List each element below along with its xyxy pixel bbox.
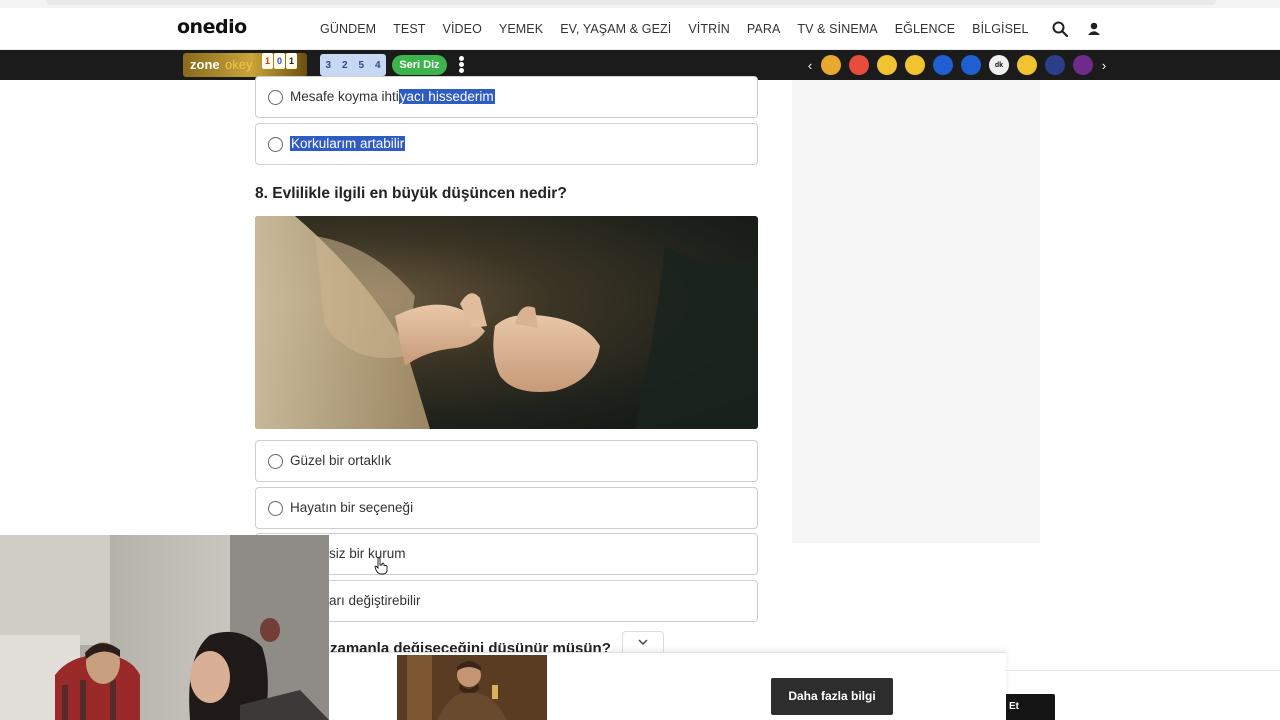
answer-label: Mesafe koyma ihtiyacı hissederim <box>290 89 495 104</box>
answer-option[interactable]: Güzel bir ortaklık <box>255 440 758 482</box>
number-tile: 4 <box>374 59 381 71</box>
badge-icon[interactable] <box>933 55 953 75</box>
question-title: 8. Evlilikle ilgili en büyük düşüncen ne… <box>255 185 567 202</box>
cta-button[interactable]: Et <box>1006 694 1055 720</box>
okey-tile: 0 <box>274 53 285 69</box>
number-tiles[interactable]: 3 2 5 4 <box>320 54 386 76</box>
nav-gundem[interactable]: GÜNDEM <box>320 22 376 36</box>
number-tile: 5 <box>358 59 365 71</box>
main-nav: GÜNDEM TEST VİDEO YEMEK EV, YAŞAM & GEZİ… <box>320 22 1046 36</box>
radio-button[interactable] <box>268 501 283 516</box>
nav-eglence[interactable]: EĞLENCE <box>895 22 955 36</box>
okey-tiles: 1 0 1 <box>262 53 297 69</box>
answer-option[interactable]: Korkularım artabilir <box>255 123 758 165</box>
divider <box>1006 670 1280 671</box>
answer-label: arı değiştirebilir <box>329 593 421 608</box>
bomb-icon[interactable] <box>1073 55 1093 75</box>
webcam-video-image <box>0 535 329 720</box>
radio-button[interactable] <box>268 90 283 105</box>
site-logo[interactable]: onedio <box>177 16 247 38</box>
selected-text: yacı hissederim <box>398 89 495 104</box>
smile-icon[interactable] <box>1017 55 1037 75</box>
nav-video[interactable]: VİDEO <box>443 22 482 36</box>
browser-top-strip <box>0 0 1280 8</box>
answer-option[interactable]: Hayatın bir seçeneği <box>255 487 758 529</box>
hand-cursor-icon <box>374 557 388 575</box>
answer-option[interactable]: siz bir kurum <box>255 533 758 575</box>
collapse-ad-button[interactable] <box>622 631 664 653</box>
search-icon[interactable] <box>1051 20 1069 38</box>
answer-label: siz bir kurum <box>329 546 406 561</box>
answer-option[interactable]: Mesafe koyma ihtiyacı hissederim <box>255 76 758 118</box>
chevron-right-icon[interactable]: › <box>1097 58 1111 73</box>
user-icon[interactable] <box>1085 20 1103 38</box>
nav-vitrin[interactable]: VİTRİN <box>688 22 730 36</box>
nav-test[interactable]: TEST <box>393 22 425 36</box>
answer-text: Mesafe koyma ihti <box>290 89 399 104</box>
dk-icon[interactable]: dk <box>989 55 1009 75</box>
sad-icon[interactable] <box>877 55 897 75</box>
heart-eyes-icon[interactable] <box>849 55 869 75</box>
webcam-overlay <box>0 535 329 720</box>
face-icon[interactable] <box>821 55 841 75</box>
okey-text: okey <box>225 57 253 72</box>
top-strip-pill <box>46 0 1216 5</box>
emoji-carousel: ‹ dk › <box>803 55 1111 75</box>
radio-button[interactable] <box>268 454 283 469</box>
answer-option[interactable]: arı değiştirebilir <box>255 580 758 622</box>
nav-tv-sinema[interactable]: TV & SİNEMA <box>797 22 877 36</box>
chevron-down-icon <box>638 639 648 646</box>
laugh-icon[interactable] <box>905 55 925 75</box>
selected-text: Korkularım artabilir <box>290 136 406 151</box>
okey-tile: 1 <box>262 53 273 69</box>
number-tile: 2 <box>341 59 348 71</box>
site-header: onedio GÜNDEM TEST VİDEO YEMEK EV, YAŞAM… <box>0 8 1280 50</box>
nav-bilgisel[interactable]: BİLGİSEL <box>972 22 1028 36</box>
sidebar-ad-placeholder <box>792 80 1040 543</box>
badge-icon[interactable] <box>961 55 981 75</box>
more-info-button[interactable]: Daha fazla bilgi <box>771 678 893 715</box>
nav-para[interactable]: PARA <box>747 22 781 36</box>
number-tile: 3 <box>325 59 332 71</box>
answer-label: Korkularım artabilir <box>290 136 406 151</box>
chevron-left-icon[interactable]: ‹ <box>803 58 817 73</box>
okey-tile: 1 <box>286 53 297 69</box>
snowflake-icon[interactable] <box>1045 55 1065 75</box>
ad-man-image <box>397 655 547 720</box>
ad-thumbnail-image[interactable] <box>397 655 547 720</box>
zone-text: zone <box>190 57 220 72</box>
answer-label: Güzel bir ortaklık <box>290 453 392 468</box>
more-vertical-icon[interactable] <box>459 56 465 74</box>
nav-ev-yasam-gezi[interactable]: EV, YAŞAM & GEZİ <box>560 22 671 36</box>
pinky-promise-hands-image <box>255 216 758 429</box>
answer-label: Hayatın bir seçeneği <box>290 500 414 515</box>
seri-diz-button[interactable]: Seri Diz <box>392 55 447 75</box>
radio-button[interactable] <box>268 137 283 152</box>
question-image <box>255 216 758 429</box>
nav-yemek[interactable]: YEMEK <box>499 22 543 36</box>
